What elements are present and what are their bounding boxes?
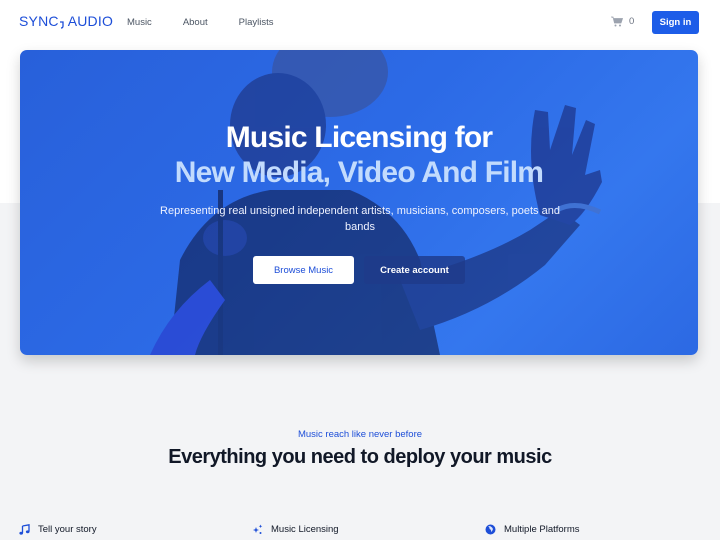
sign-in-button[interactable]: Sign in [652, 11, 699, 34]
nav-about[interactable]: About [183, 17, 208, 28]
feature-item-music-licensing: Music Licensing [252, 524, 339, 535]
main-nav: Music About Playlists [127, 17, 304, 28]
feature-label: Multiple Platforms [504, 524, 580, 535]
nav-music[interactable]: Music [127, 17, 152, 28]
site-header: SYNC AUDIO Music About Playlists 0 Sign … [0, 0, 720, 46]
logo-text-left: SYNC [19, 13, 59, 29]
feature-item-multiple-platforms: Multiple Platforms [485, 524, 580, 535]
cart-icon [611, 16, 623, 27]
features-eyebrow: Music reach like never before [297, 429, 423, 440]
hero-content: Music Licensing for New Media, Video And… [20, 50, 698, 355]
hero-banner: Music Licensing for New Media, Video And… [20, 50, 698, 355]
feature-item-tell-your-story: Tell your story [19, 524, 97, 535]
globe-icon [485, 524, 496, 535]
hero-title-line2: New Media, Video And Film [174, 156, 544, 189]
page: SYNC AUDIO Music About Playlists 0 Sign … [0, 0, 720, 540]
sparkles-icon [253, 524, 263, 534]
cart-button[interactable]: 0 [611, 16, 634, 27]
browse-music-button[interactable]: Browse Music [253, 256, 354, 284]
hero-subtitle: Representing real unsigned independent a… [160, 205, 560, 233]
music-note-icon [19, 524, 30, 535]
logo-text-right: AUDIO [67, 13, 114, 29]
feature-label: Music Licensing [271, 524, 339, 535]
features-title: Everything you need to deploy your music [168, 446, 552, 468]
cart-count: 0 [629, 16, 635, 27]
hero-title-line1: Music Licensing for [225, 121, 493, 154]
logo-wave-icon [59, 21, 64, 29]
feature-label: Tell your story [38, 524, 97, 535]
nav-playlists[interactable]: Playlists [239, 17, 274, 28]
logo[interactable]: SYNC AUDIO [19, 13, 113, 29]
create-account-button[interactable]: Create account [364, 256, 465, 284]
